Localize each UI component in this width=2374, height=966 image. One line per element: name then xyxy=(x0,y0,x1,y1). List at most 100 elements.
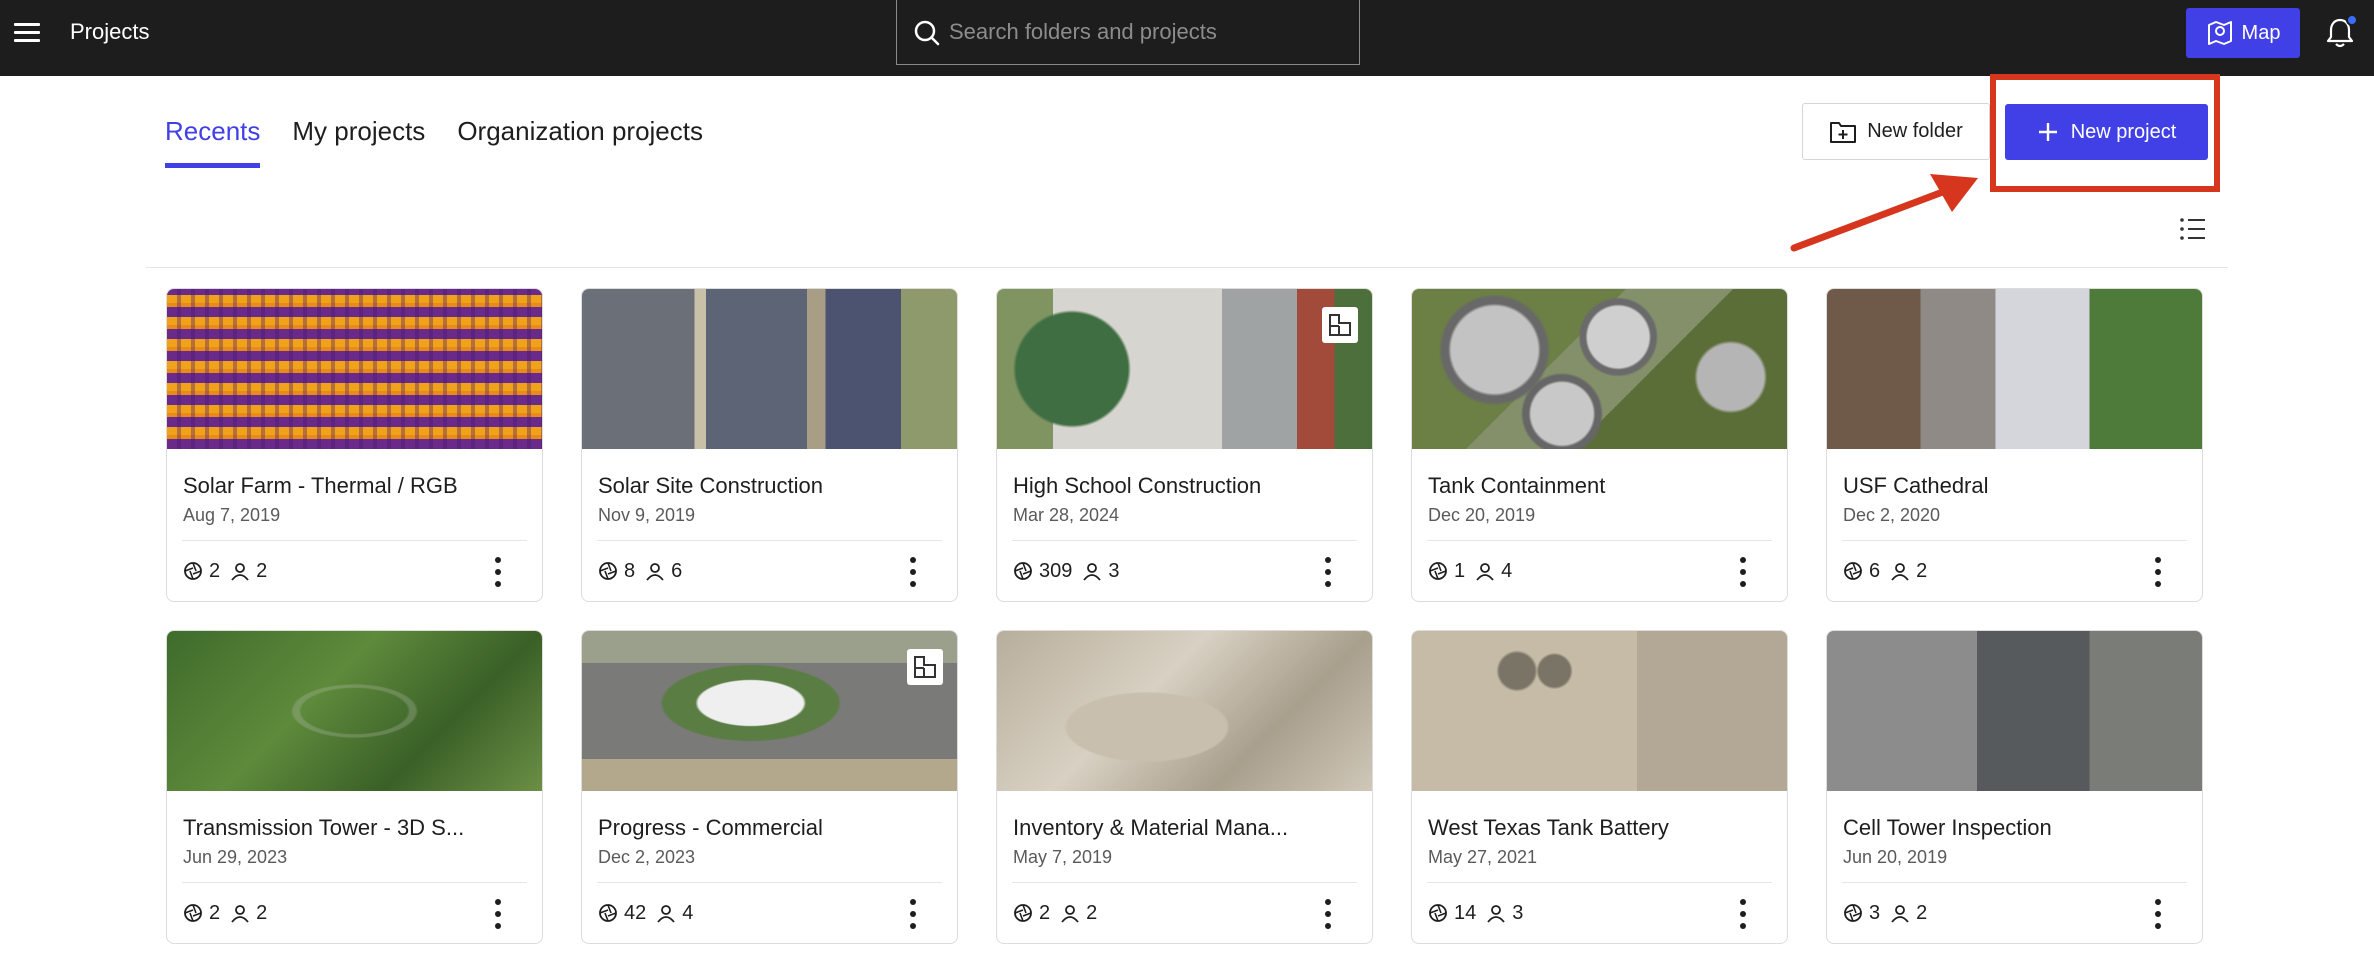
member-count: 2 xyxy=(230,902,267,925)
project-meta: 42 4 xyxy=(582,883,957,943)
project-thumbnail xyxy=(1827,289,2202,449)
list-view-icon[interactable] xyxy=(2178,214,2208,244)
map-count: 2 xyxy=(183,902,220,925)
top-bar: Projects Map xyxy=(0,0,2374,76)
member-count-value: 6 xyxy=(671,559,683,582)
project-card[interactable]: Progress - Commercial Dec 2, 2023 42 4 xyxy=(581,630,958,944)
aperture-icon xyxy=(184,904,202,922)
map-count: 2 xyxy=(1013,902,1050,925)
project-card[interactable]: Transmission Tower - 3D S... Jun 29, 202… xyxy=(166,630,543,944)
user-icon xyxy=(1487,905,1505,923)
more-options-icon[interactable] xyxy=(492,555,504,589)
menu-icon[interactable] xyxy=(12,18,42,48)
project-thumbnail xyxy=(997,289,1372,449)
map-button[interactable]: Map xyxy=(2186,8,2300,58)
project-name: Transmission Tower - 3D S... xyxy=(183,815,465,840)
search-box[interactable] xyxy=(896,0,1360,65)
project-meta: 1 4 xyxy=(1412,541,1787,601)
project-date: Dec 2, 2020 xyxy=(1843,505,1941,525)
member-count-value: 2 xyxy=(256,559,268,582)
map-count-value: 2 xyxy=(1039,901,1051,924)
project-card[interactable]: Tank Containment Dec 20, 2019 1 4 xyxy=(1411,288,1788,602)
project-card[interactable]: High School Construction Mar 28, 2024 30… xyxy=(996,288,1373,602)
project-date: Nov 9, 2019 xyxy=(598,505,696,525)
project-meta: 14 3 xyxy=(1412,883,1787,943)
aperture-icon xyxy=(599,904,617,922)
new-folder-button[interactable]: New folder xyxy=(1802,103,1990,160)
new-project-label: New project xyxy=(2070,120,2177,143)
search-input[interactable] xyxy=(949,14,1345,50)
user-icon xyxy=(231,905,249,923)
aperture-icon xyxy=(1014,904,1032,922)
notifications-button[interactable] xyxy=(2324,14,2358,50)
more-options-icon[interactable] xyxy=(907,555,919,589)
member-count-value: 2 xyxy=(1086,901,1098,924)
project-name: Inventory & Material Mana... xyxy=(1013,815,1289,840)
project-name: Solar Farm - Thermal / RGB xyxy=(183,473,458,498)
member-count: 4 xyxy=(1475,560,1512,583)
project-meta: 6 2 xyxy=(1827,541,2202,601)
aperture-icon xyxy=(184,562,202,580)
more-options-icon[interactable] xyxy=(2152,897,2164,931)
project-meta: 309 3 xyxy=(997,541,1372,601)
map-count-value: 2 xyxy=(209,901,221,924)
project-card[interactable]: Solar Farm - Thermal / RGB Aug 7, 2019 2… xyxy=(166,288,543,602)
tab-my-projects[interactable]: My projects xyxy=(292,112,425,170)
project-date: May 27, 2021 xyxy=(1428,847,1538,867)
map-count-value: 42 xyxy=(624,901,647,924)
more-options-icon[interactable] xyxy=(907,897,919,931)
project-meta: 2 2 xyxy=(167,883,542,943)
map-count-value: 3 xyxy=(1869,901,1881,924)
member-count-value: 2 xyxy=(1916,901,1928,924)
map-count: 3 xyxy=(1843,902,1880,925)
project-name: Progress - Commercial xyxy=(598,815,823,840)
map-count: 1 xyxy=(1428,560,1465,583)
more-options-icon[interactable] xyxy=(1737,555,1749,589)
map-count-value: 309 xyxy=(1039,559,1073,582)
project-meta: 2 2 xyxy=(997,883,1372,943)
map-button-label: Map xyxy=(2241,21,2281,44)
project-card[interactable]: Inventory & Material Mana... May 7, 2019… xyxy=(996,630,1373,944)
member-count: 2 xyxy=(1060,902,1097,925)
project-card[interactable]: USF Cathedral Dec 2, 2020 6 2 xyxy=(1826,288,2203,602)
project-date: Jun 20, 2019 xyxy=(1843,847,1948,867)
project-date: Dec 20, 2019 xyxy=(1428,505,1536,525)
project-card[interactable]: West Texas Tank Battery May 27, 2021 14 … xyxy=(1411,630,1788,944)
map-count: 8 xyxy=(598,560,635,583)
user-icon xyxy=(1891,905,1909,923)
member-count-value: 2 xyxy=(256,901,268,924)
project-date: Aug 7, 2019 xyxy=(183,505,281,525)
more-options-icon[interactable] xyxy=(2152,555,2164,589)
more-options-icon[interactable] xyxy=(1322,897,1334,931)
map-count-value: 6 xyxy=(1869,559,1881,582)
project-thumbnail xyxy=(1412,631,1787,791)
member-count: 6 xyxy=(645,560,682,583)
plan-icon xyxy=(907,649,943,685)
map-count: 2 xyxy=(183,560,220,583)
project-card[interactable]: Solar Site Construction Nov 9, 2019 8 6 xyxy=(581,288,958,602)
project-card[interactable]: Cell Tower Inspection Jun 20, 2019 3 2 xyxy=(1826,630,2203,944)
member-count-value: 4 xyxy=(682,901,694,924)
project-date: Dec 2, 2023 xyxy=(598,847,696,867)
more-options-icon[interactable] xyxy=(1737,897,1749,931)
project-tabs: Recents My projects Organization project… xyxy=(165,112,703,172)
more-options-icon[interactable] xyxy=(492,897,504,931)
project-date: Mar 28, 2024 xyxy=(1013,505,1120,525)
user-icon xyxy=(657,905,675,923)
user-icon xyxy=(1083,563,1102,581)
map-count: 309 xyxy=(1013,560,1072,583)
tab-recents[interactable]: Recents xyxy=(165,112,261,170)
more-options-icon[interactable] xyxy=(1322,555,1334,589)
member-count: 2 xyxy=(230,560,267,583)
notification-dot xyxy=(2346,14,2358,26)
project-name: Solar Site Construction xyxy=(598,473,823,498)
tab-organization-projects[interactable]: Organization projects xyxy=(457,112,703,170)
new-project-button[interactable]: New project xyxy=(2005,104,2208,160)
user-icon xyxy=(1061,905,1079,923)
project-name: USF Cathedral xyxy=(1843,473,1989,498)
member-count: 3 xyxy=(1082,560,1120,583)
aperture-icon xyxy=(1429,904,1447,922)
map-count: 14 xyxy=(1428,902,1476,925)
folder-plus-icon xyxy=(1830,121,1857,143)
project-thumbnail xyxy=(167,289,542,449)
